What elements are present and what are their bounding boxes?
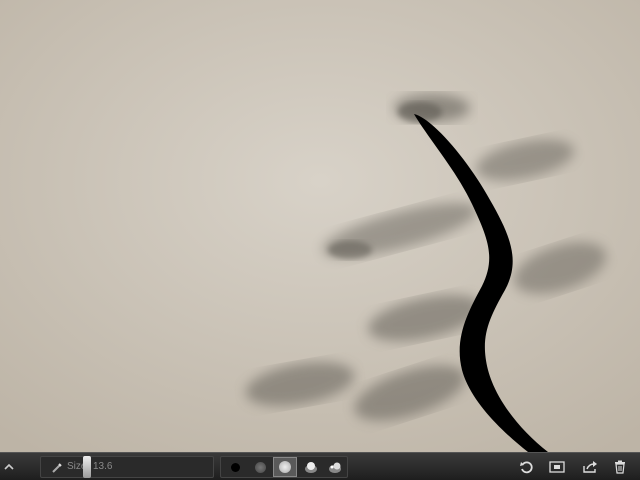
smudge-brush-button[interactable]	[298, 457, 322, 477]
bottom-toolbar: Size 13.6	[0, 452, 640, 480]
eraser-brush-button[interactable]	[323, 457, 347, 477]
brush-selector	[220, 456, 348, 478]
soft-brush-button[interactable]	[248, 457, 272, 477]
solid-dot-icon	[230, 462, 240, 472]
solid-brush-button[interactable]	[223, 457, 247, 477]
soft-dot-icon	[254, 461, 266, 473]
size-slider[interactable]: Size 13.6	[40, 456, 214, 478]
trash-icon[interactable]	[611, 456, 629, 478]
canvas-icon[interactable]	[546, 456, 568, 478]
airbrush-button[interactable]	[273, 457, 297, 477]
share-icon[interactable]	[579, 456, 601, 478]
size-value: 13.6	[93, 461, 113, 472]
chevron-up-icon[interactable]	[0, 456, 18, 478]
smudge-icon	[305, 462, 317, 473]
eraser-icon	[329, 462, 341, 473]
undo-icon[interactable]	[516, 456, 536, 478]
brush-icon	[51, 461, 63, 479]
soft-stroke	[328, 241, 372, 259]
slider-thumb[interactable]	[83, 456, 91, 478]
airbrush-dot-icon	[279, 461, 291, 473]
drawing-canvas[interactable]	[0, 0, 640, 452]
